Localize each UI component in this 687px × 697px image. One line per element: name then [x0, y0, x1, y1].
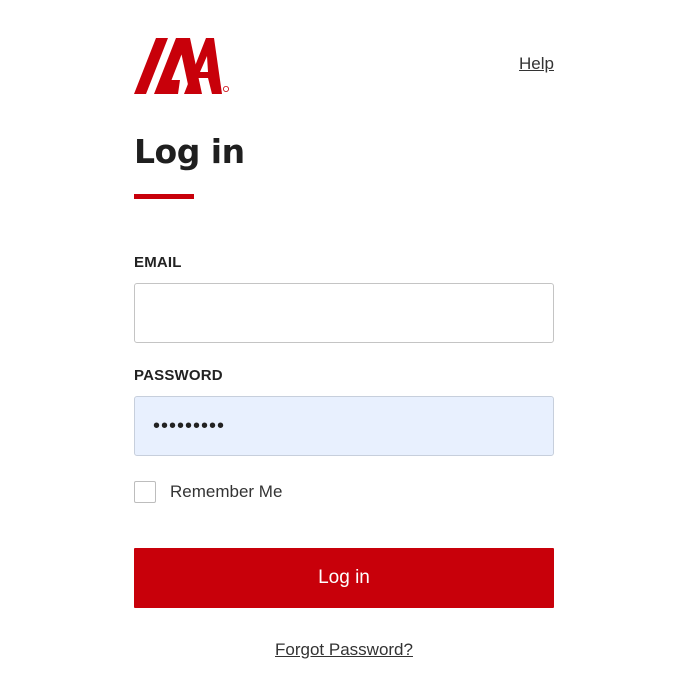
remember-me-label: Remember Me	[170, 481, 283, 501]
header: Help	[134, 0, 554, 120]
remember-me-row[interactable]: Remember Me	[134, 479, 282, 504]
login-button[interactable]: Log in	[134, 548, 554, 608]
email-input[interactable]	[134, 283, 554, 343]
page-title: Log in	[134, 132, 245, 171]
password-input[interactable]	[134, 396, 554, 456]
email-label: EMAIL	[134, 254, 182, 271]
title-underline	[134, 194, 194, 199]
forgot-password-link[interactable]: Forgot Password?	[134, 640, 554, 660]
help-link[interactable]: Help	[519, 54, 554, 74]
login-container: Help Log in EMAIL PASSWORD Remember Me L…	[134, 0, 554, 659]
password-label: PASSWORD	[134, 367, 223, 384]
iaa-logo[interactable]	[134, 38, 230, 94]
remember-me-checkbox[interactable]	[134, 480, 156, 503]
